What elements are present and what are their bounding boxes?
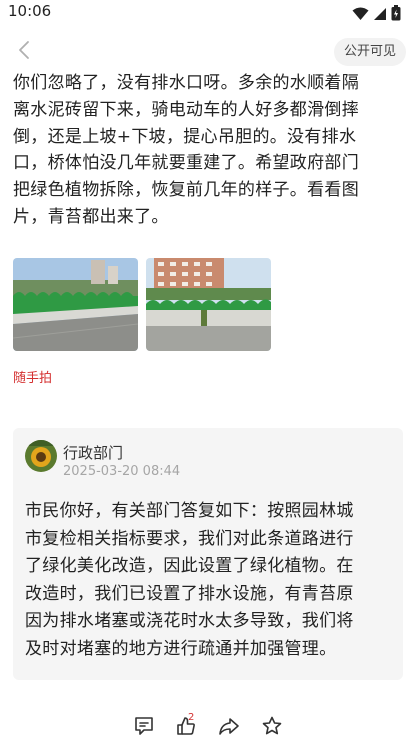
reply-line: 了绿化美化改造，因此设置了绿化植物。在 [25,556,354,576]
reply-line: 市民你好，有关部门答复如下：按照园林城 [25,501,354,521]
comment-icon [133,715,155,741]
reply-line: 及时对堵塞的地方进行疏通并加强管理。 [25,638,337,659]
reply-timestamp: 2025-03-20 08:44 [63,464,181,479]
post-line: 你们忽略了，没有排水口呀。多余的水顺着隔 [13,73,359,93]
chevron-left-icon [18,40,30,64]
back-button[interactable] [12,38,36,66]
reply-line: 改造时，我们已设置了排水设施，有青苔原 [25,583,354,604]
avatar [25,440,57,472]
official-reply-card: 行政部门 2025-03-20 08:44 市民你好，有关部门答复如下：按照园林… [13,428,403,680]
reply-body: 市民你好，有关部门答复如下：按照园林城 市复检相关指标要求，我们对此条道路进行 … [25,498,397,663]
favorite-button[interactable] [260,716,284,740]
visibility-badge[interactable]: 公开可见 [333,38,406,66]
post-line: 离水泥砖留下来，骑电动车的人好多都滑倒摔 [13,99,359,120]
post-photo-1[interactable] [13,258,138,351]
post-line: 倒，还是上坡+下坡，提心吊胆的。没有排水 [13,126,357,147]
share-icon [218,715,240,741]
photo-row [13,258,271,351]
action-bar: 2 [0,712,417,744]
cellular-signal-icon [373,6,387,25]
status-icons [352,5,401,25]
post-line: 片，青苔都出来了。 [13,206,169,227]
share-button[interactable] [217,716,241,740]
star-icon [261,715,283,741]
topic-tag[interactable]: 随手拍 [13,367,52,386]
post-body: 你们忽略了，没有排水口呀。多余的水顺着隔 离水泥砖留下来，骑电动车的人好多都滑倒… [13,70,409,231]
post-line: 把绿色植物拆除，恢复前几年的样子。看看图 [13,180,359,201]
like-count: 2 [188,712,195,723]
reply-line: 市复检相关指标要求，我们对此条道路进行 [25,528,354,549]
status-time: 10:06 [8,2,52,20]
top-bar: 公开可见 [0,36,417,68]
comment-button[interactable] [132,716,156,740]
post-photo-2[interactable] [146,258,271,351]
post-line: 口，桥体怕没几年就要重建了。希望政府部门 [13,153,359,174]
reply-line: 因为排水堵塞或浇花时水太多导致，我们将 [25,611,354,631]
wifi-icon [352,6,369,25]
battery-icon [391,5,401,25]
reply-author: 行政部门 [63,444,124,462]
like-button[interactable] [174,716,198,740]
status-bar: 10:06 [0,0,417,26]
